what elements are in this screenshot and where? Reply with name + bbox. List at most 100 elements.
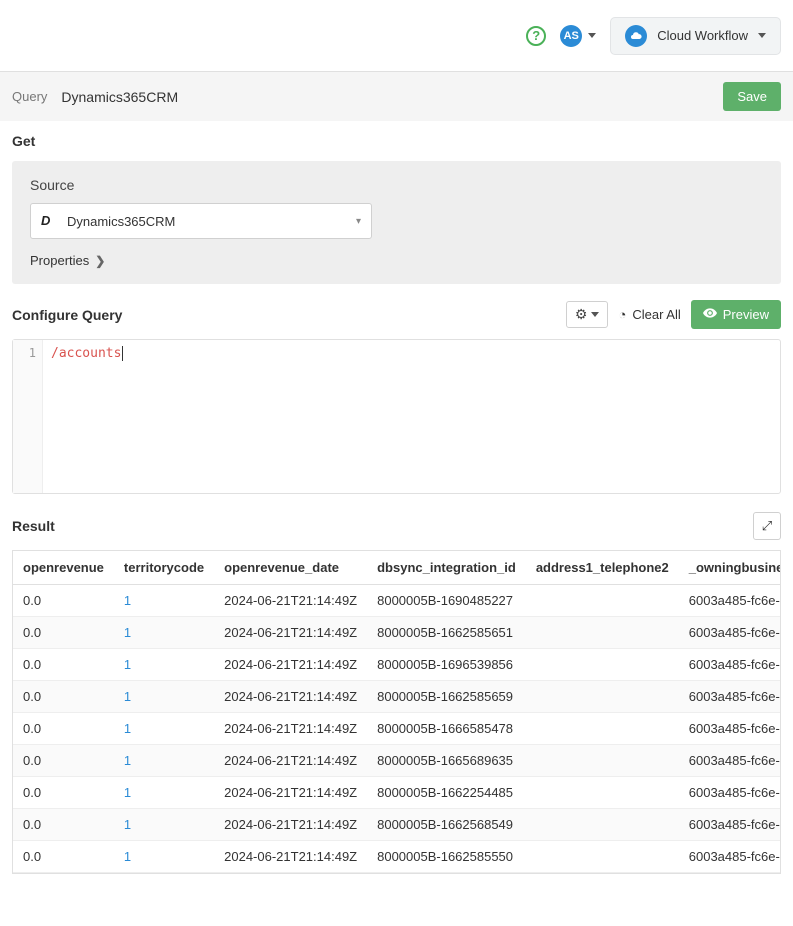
table-row[interactable]: 0.012024-06-21T21:14:49Z8000005B-1666585…	[13, 713, 781, 745]
source-value: Dynamics365CRM	[67, 214, 175, 229]
table-row[interactable]: 0.012024-06-21T21:14:49Z8000005B-1690485…	[13, 585, 781, 617]
cell-_owningbusiness: 6003a485-fc6e-e	[679, 777, 781, 809]
result-table-wrap: openrevenue territorycode openrevenue_da…	[12, 550, 781, 874]
avatar: AS	[560, 25, 582, 47]
cell-_owningbusiness: 6003a485-fc6e-e	[679, 713, 781, 745]
chevron-down-icon	[591, 312, 599, 317]
expand-icon: ⤢	[762, 518, 772, 534]
gear-icon: ⚙	[575, 306, 588, 323]
col-address1-telephone2[interactable]: address1_telephone2	[526, 551, 679, 585]
get-panel: Source D Dynamics365CRM ▾ Properties ❯	[12, 161, 781, 284]
cell-address1_telephone2	[526, 713, 679, 745]
cell-address1_telephone2	[526, 809, 679, 841]
cloud-workflow-label: Cloud Workflow	[657, 28, 748, 43]
cell-openrevenue: 0.0	[13, 585, 114, 617]
cell-territorycode: 1	[114, 649, 214, 681]
col-openrevenue-date[interactable]: openrevenue_date	[214, 551, 367, 585]
cell-address1_telephone2	[526, 585, 679, 617]
cell-openrevenue_date: 2024-06-21T21:14:49Z	[214, 617, 367, 649]
col-owningbusiness[interactable]: _owningbusiness	[679, 551, 781, 585]
cell-openrevenue: 0.0	[13, 841, 114, 873]
chevron-down-icon: ▾	[356, 216, 361, 227]
cell-openrevenue_date: 2024-06-21T21:14:49Z	[214, 585, 367, 617]
cell-address1_telephone2	[526, 841, 679, 873]
query-label: Query	[12, 89, 47, 104]
table-row[interactable]: 0.012024-06-21T21:14:49Z8000005B-1662568…	[13, 809, 781, 841]
query-editor[interactable]: 1 /accounts	[12, 339, 781, 494]
properties-expander[interactable]: Properties ❯	[30, 253, 763, 268]
cell-territorycode: 1	[114, 841, 214, 873]
preview-label: Preview	[723, 307, 769, 322]
editor-content[interactable]: /accounts	[43, 340, 780, 493]
preview-button[interactable]: Preview	[691, 300, 781, 329]
cell-openrevenue_date: 2024-06-21T21:14:49Z	[214, 745, 367, 777]
properties-label: Properties	[30, 253, 89, 268]
cell-openrevenue: 0.0	[13, 745, 114, 777]
col-openrevenue[interactable]: openrevenue	[13, 551, 114, 585]
cell-_owningbusiness: 6003a485-fc6e-e	[679, 681, 781, 713]
query-bar: Query Dynamics365CRM Save	[0, 72, 793, 121]
cell-openrevenue: 0.0	[13, 713, 114, 745]
clear-all-label: Clear All	[632, 307, 680, 322]
cell-dbsync_integration_id: 8000005B-1662585659	[367, 681, 526, 713]
table-row[interactable]: 0.012024-06-21T21:14:49Z8000005B-1662585…	[13, 841, 781, 873]
cell-openrevenue_date: 2024-06-21T21:14:49Z	[214, 809, 367, 841]
cell-territorycode: 1	[114, 585, 214, 617]
cell-territorycode: 1	[114, 745, 214, 777]
cell-openrevenue: 0.0	[13, 681, 114, 713]
table-row[interactable]: 0.012024-06-21T21:14:49Z8000005B-1662254…	[13, 777, 781, 809]
cell-territorycode: 1	[114, 713, 214, 745]
table-row[interactable]: 0.012024-06-21T21:14:49Z8000005B-1662585…	[13, 617, 781, 649]
cell-openrevenue: 0.0	[13, 649, 114, 681]
cell-openrevenue_date: 2024-06-21T21:14:49Z	[214, 713, 367, 745]
cell-openrevenue_date: 2024-06-21T21:14:49Z	[214, 777, 367, 809]
user-menu[interactable]: AS	[560, 25, 596, 47]
get-section-title: Get	[12, 133, 781, 149]
cell-_owningbusiness: 6003a485-fc6e-e	[679, 617, 781, 649]
cell-territorycode: 1	[114, 809, 214, 841]
cloud-workflow-dropdown[interactable]: Cloud Workflow	[610, 17, 781, 55]
source-label: Source	[30, 177, 763, 193]
table-row[interactable]: 0.012024-06-21T21:14:49Z8000005B-1662585…	[13, 681, 781, 713]
eye-icon	[703, 306, 717, 323]
result-table: openrevenue territorycode openrevenue_da…	[13, 551, 781, 873]
clear-all-button[interactable]: ◔ Clear All	[618, 307, 680, 322]
cell-openrevenue: 0.0	[13, 617, 114, 649]
cell-openrevenue_date: 2024-06-21T21:14:49Z	[214, 681, 367, 713]
cell-dbsync_integration_id: 8000005B-1662254485	[367, 777, 526, 809]
settings-dropdown[interactable]: ⚙	[566, 301, 609, 328]
col-dbsync-integration-id[interactable]: dbsync_integration_id	[367, 551, 526, 585]
table-row[interactable]: 0.012024-06-21T21:14:49Z8000005B-1696539…	[13, 649, 781, 681]
help-icon[interactable]: ?	[526, 26, 546, 46]
cell-dbsync_integration_id: 8000005B-1666585478	[367, 713, 526, 745]
cell-address1_telephone2	[526, 617, 679, 649]
editor-code: /accounts	[51, 346, 123, 361]
chevron-down-icon	[758, 33, 766, 38]
table-row[interactable]: 0.012024-06-21T21:14:49Z8000005B-1665689…	[13, 745, 781, 777]
eraser-icon: ◔	[618, 307, 626, 322]
dynamics-icon: D	[41, 213, 57, 229]
cell-openrevenue: 0.0	[13, 777, 114, 809]
cell-address1_telephone2	[526, 745, 679, 777]
table-header-row: openrevenue territorycode openrevenue_da…	[13, 551, 781, 585]
cell-address1_telephone2	[526, 777, 679, 809]
expand-button[interactable]: ⤢	[753, 512, 781, 540]
col-territorycode[interactable]: territorycode	[114, 551, 214, 585]
source-select[interactable]: D Dynamics365CRM ▾	[30, 203, 372, 239]
cell-_owningbusiness: 6003a485-fc6e-e	[679, 841, 781, 873]
app-header: ? AS Cloud Workflow	[0, 0, 793, 72]
cell-openrevenue: 0.0	[13, 809, 114, 841]
cell-openrevenue_date: 2024-06-21T21:14:49Z	[214, 841, 367, 873]
save-button[interactable]: Save	[723, 82, 781, 111]
cell-dbsync_integration_id: 8000005B-1665689635	[367, 745, 526, 777]
cell-dbsync_integration_id: 8000005B-1696539856	[367, 649, 526, 681]
cell-dbsync_integration_id: 8000005B-1690485227	[367, 585, 526, 617]
cell-dbsync_integration_id: 8000005B-1662585550	[367, 841, 526, 873]
cell-openrevenue_date: 2024-06-21T21:14:49Z	[214, 649, 367, 681]
result-title: Result	[12, 518, 55, 534]
cell-_owningbusiness: 6003a485-fc6e-e	[679, 649, 781, 681]
cell-_owningbusiness: 6003a485-fc6e-e	[679, 809, 781, 841]
cell-dbsync_integration_id: 8000005B-1662585651	[367, 617, 526, 649]
cell-_owningbusiness: 6003a485-fc6e-e	[679, 745, 781, 777]
cell-dbsync_integration_id: 8000005B-1662568549	[367, 809, 526, 841]
